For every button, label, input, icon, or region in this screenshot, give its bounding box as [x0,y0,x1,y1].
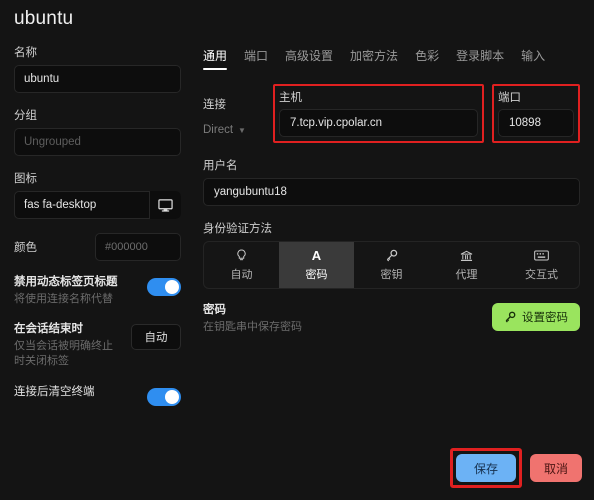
right-settings-column: 通用 端口 高级设置 加密方法 色彩 登录脚本 输入 连接 Direct ▼ 主… [195,44,594,334]
group-field-group: 分组 Ungrouped [14,107,181,156]
save-button[interactable]: 保存 [455,454,516,482]
monitor-icon [158,198,173,212]
tab-colors[interactable]: 色彩 [415,47,439,70]
host-field-group: 主机 7.tcp.vip.cpolar.cn [273,84,484,143]
connection-field-group: 连接 Direct ▼ [203,96,273,143]
disable-dynamic-tab-title-toggle[interactable] [147,278,181,296]
lightbulb-icon [236,248,247,263]
connection-row: 连接 Direct ▼ 主机 7.tcp.vip.cpolar.cn 端口 10… [203,84,580,143]
username-label: 用户名 [203,160,238,172]
key-icon [504,311,516,323]
tab-login-script[interactable]: 登录脚本 [456,47,504,70]
on-session-end-label: 在会话结束时 [14,323,83,336]
auth-option-auto[interactable]: 自动 [204,242,279,288]
save-button-highlight: 保存 [449,448,522,488]
host-input[interactable]: 7.tcp.vip.cpolar.cn [279,109,478,137]
chevron-down-icon: ▼ [238,125,246,135]
disable-dynamic-tab-title-label: 禁用动态标签页标题 [14,276,118,288]
auth-option-auto-label: 自动 [230,269,253,281]
keyboard-icon [534,248,549,263]
auth-option-agent[interactable]: 代理 [429,242,504,288]
name-label: 名称 [14,47,37,59]
page-title: ubuntu [14,8,74,29]
port-field-group: 端口 10898 [492,84,580,143]
icon-field-group: 图标 fas fa-desktop [14,170,181,219]
connection-select-value: Direct [203,124,234,136]
icon-label: 图标 [14,173,37,185]
color-input[interactable]: #000000 [95,233,181,261]
username-field-group: 用户名 yangubuntu18 [203,157,580,206]
auth-option-interactive[interactable]: 交互式 [504,242,579,288]
tab-advanced[interactable]: 高级设置 [285,47,333,70]
tab-encryption[interactable]: 加密方法 [350,47,398,70]
color-label: 颜色 [14,242,37,254]
auth-option-key[interactable]: 密钥 [354,242,429,288]
auth-method-label: 身份验证方法 [203,223,272,235]
auth-method-segmented-control: 自动 A 密码 密钥 代理 交互式 [203,241,580,289]
disable-dynamic-tab-title-row: 禁用动态标签页标题 将使用连接名称代替 [14,275,181,306]
on-session-end-sub: 仅当会话被明确终止时关闭标签 [14,339,113,367]
port-input[interactable]: 10898 [498,109,574,137]
cancel-button[interactable]: 取消 [529,454,582,482]
clear-terminal-row: 连接后清空终端 [14,385,181,406]
letter-a-icon: A [311,248,322,263]
tab-input[interactable]: 输入 [521,47,545,70]
port-label: 端口 [498,92,521,104]
on-session-end-select[interactable]: 自动 [131,324,181,351]
on-session-end-text: 在会话结束时 仅当会话被明确终止时关闭标签 [14,322,123,368]
tab-general[interactable]: 通用 [203,47,228,70]
group-label: 分组 [14,110,37,122]
clear-terminal-text: 连接后清空终端 [14,385,139,401]
password-row: 密码 在钥匙串中保存密码 设置密码 [203,303,580,334]
set-password-button-label: 设置密码 [522,312,568,324]
connection-select[interactable]: Direct ▼ [203,117,273,143]
auth-option-password-label: 密码 [305,269,328,281]
auth-method-group: 身份验证方法 自动 A 密码 密钥 代理 交互式 [203,220,580,289]
color-field-group: 颜色 #000000 [14,233,181,261]
set-password-button[interactable]: 设置密码 [492,303,580,331]
clear-terminal-toggle[interactable] [147,387,181,406]
host-label: 主机 [279,92,302,104]
password-label: 密码 [203,304,226,316]
username-input[interactable]: yangubuntu18 [203,178,580,206]
disable-dynamic-tab-title-text: 禁用动态标签页标题 将使用连接名称代替 [14,275,139,306]
dialog-footer: 保存 取消 [449,448,582,488]
connection-label: 连接 [203,99,226,111]
on-session-end-row: 在会话结束时 仅当会话被明确终止时关闭标签 自动 [14,322,181,368]
auth-option-key-label: 密钥 [380,269,403,281]
password-text: 密码 在钥匙串中保存密码 [203,303,492,334]
clear-terminal-label: 连接后清空终端 [14,385,95,398]
icon-input-wrapper: fas fa-desktop [14,191,181,219]
password-sub: 在钥匙串中保存密码 [203,320,302,333]
left-settings-column: 名称 ubuntu 分组 Ungrouped 图标 fas fa-desktop [0,44,195,422]
name-input[interactable]: ubuntu [14,65,181,93]
auth-option-password[interactable]: A 密码 [279,242,354,288]
auth-option-interactive-label: 交互式 [525,269,558,281]
tab-ports[interactable]: 端口 [244,47,268,70]
disable-dynamic-tab-title-sub: 将使用连接名称代替 [14,292,113,305]
auth-option-agent-label: 代理 [455,269,478,281]
monitor-icon-button[interactable] [149,191,181,219]
group-input[interactable]: Ungrouped [14,128,181,156]
key-icon [385,248,398,263]
name-field-group: 名称 ubuntu [14,44,181,93]
bank-icon [460,248,473,263]
settings-dialog: ubuntu 名称 ubuntu 分组 Ungrouped 图标 fas fa-… [0,0,594,500]
settings-tabs: 通用 端口 高级设置 加密方法 色彩 登录脚本 输入 [203,44,580,70]
